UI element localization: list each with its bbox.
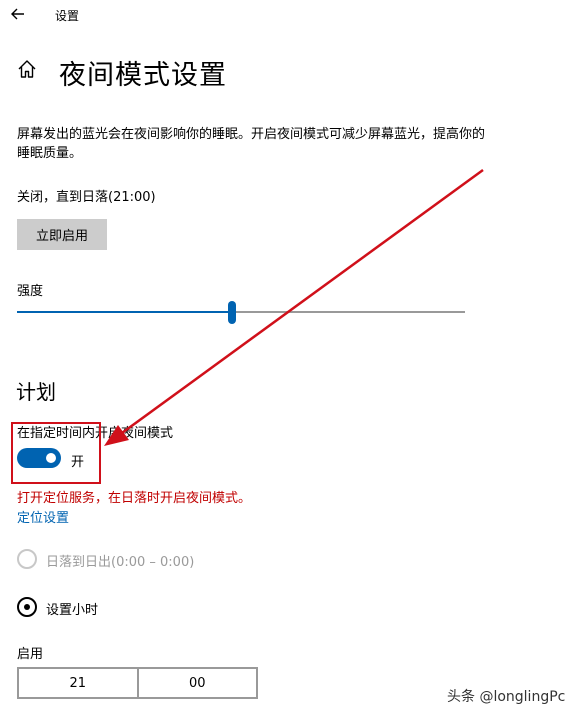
strength-slider-thumb[interactable] — [228, 301, 236, 324]
schedule-heading: 计划 — [16, 380, 56, 404]
enable-now-button[interactable]: 立即启用 — [17, 219, 107, 250]
window-title: 设置 — [55, 9, 80, 23]
location-warning-text: 打开定位服务，在日落时开启夜间模式。 — [17, 491, 252, 506]
strength-label: 强度 — [17, 284, 44, 299]
home-icon — [18, 60, 36, 78]
turn-on-time-picker[interactable]: 21 00 — [17, 667, 258, 699]
turn-on-label: 启用 — [17, 647, 44, 662]
strength-slider-track[interactable] — [232, 311, 465, 313]
description-text: 屏幕发出的蓝光会在夜间影响你的睡眠。开启夜间模式可减少屏幕蓝光，提高你的睡眠质量… — [17, 127, 486, 161]
set-hours-radio[interactable] — [17, 597, 37, 617]
radio-selected-dot — [24, 604, 30, 610]
back-arrow-icon[interactable] — [8, 4, 28, 24]
strength-slider-fill[interactable] — [17, 311, 232, 313]
set-hours-label: 设置小时 — [46, 603, 99, 618]
watermark: 头条 @longlingPc — [447, 689, 566, 705]
page-title: 夜间模式设置 — [59, 60, 227, 91]
minute-field[interactable]: 00 — [139, 669, 257, 697]
annotation-highlight-box — [11, 422, 101, 484]
sunset-to-sunrise-radio[interactable] — [17, 549, 37, 569]
sunset-to-sunrise-label: 日落到日出(0:00 – 0:00) — [46, 555, 195, 570]
hour-field[interactable]: 21 — [19, 669, 137, 697]
location-settings-link[interactable]: 定位设置 — [17, 507, 69, 526]
status-text: 关闭，直到日落(21:00) — [17, 190, 156, 205]
